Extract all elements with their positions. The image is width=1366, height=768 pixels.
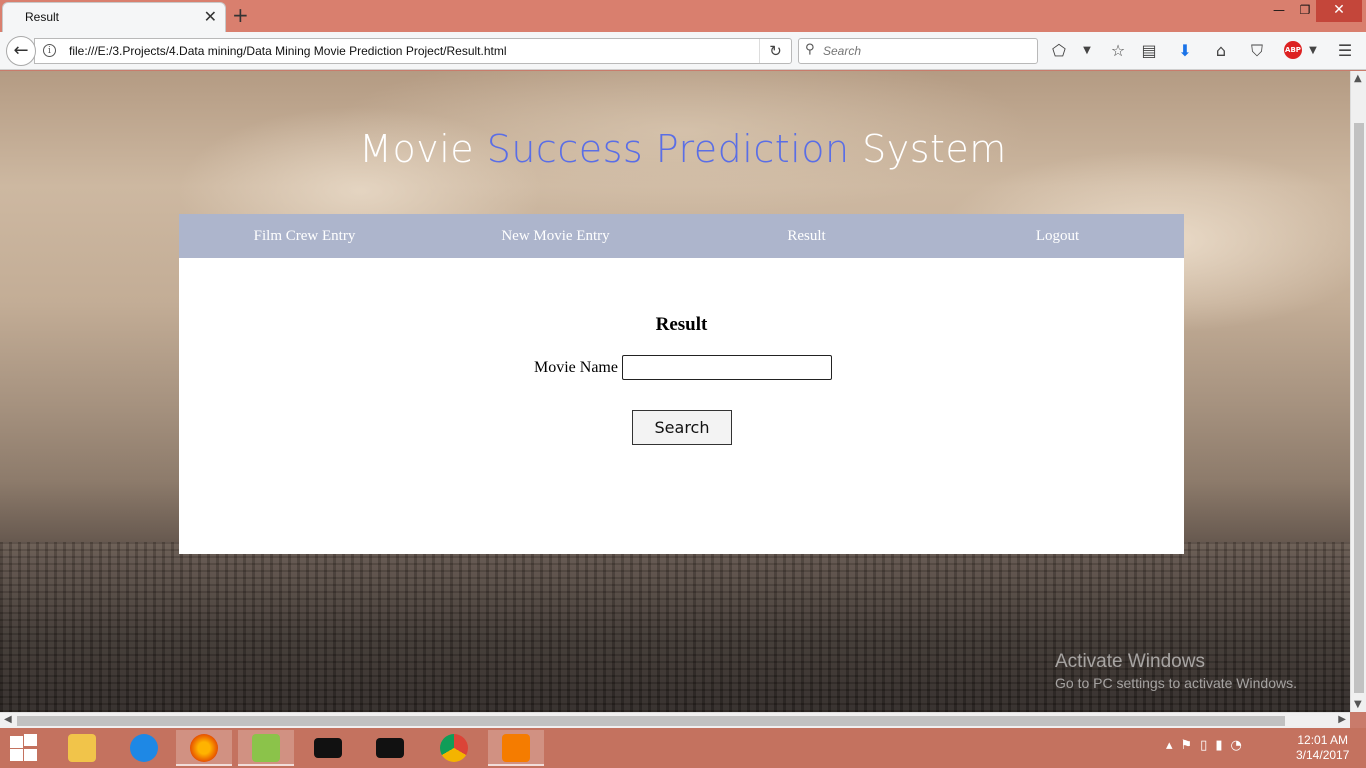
scroll-left-icon[interactable]: ◀ <box>4 714 12 725</box>
horizontal-scrollbar[interactable]: ◀ ▶ <box>0 712 1350 728</box>
nav-logout[interactable]: Logout <box>932 214 1183 258</box>
movie-name-input[interactable] <box>622 355 832 380</box>
vertical-scrollbar[interactable]: ▲ ▼ <box>1350 71 1366 712</box>
watermark-line-2: Go to PC settings to activate Windows. <box>1055 675 1297 691</box>
title-part-1: Movie <box>359 127 487 171</box>
scroll-down-icon[interactable]: ▼ <box>1354 699 1362 710</box>
file-explorer-icon[interactable] <box>54 730 110 766</box>
title-accent: Success Prediction <box>486 127 850 171</box>
browser-search-box[interactable]: ⚲ <box>798 38 1038 64</box>
tab-title: Result <box>25 10 60 24</box>
form-heading: Result <box>655 314 708 335</box>
adblock-menu-chevron-icon[interactable]: ▼ <box>1302 41 1324 63</box>
clock-time: 12:01 AM <box>1297 733 1349 747</box>
page-viewport: Movie Success Prediction System Film Cre… <box>0 71 1350 712</box>
chrome-icon[interactable] <box>426 730 482 766</box>
new-tab-icon[interactable]: + <box>232 4 249 26</box>
reload-icon[interactable]: ↻ <box>759 39 791 63</box>
hamburger-menu-icon[interactable]: ☰ <box>1334 41 1356 63</box>
search-icon: ⚲ <box>805 42 815 57</box>
nav-new-movie-entry[interactable]: New Movie Entry <box>430 214 681 258</box>
search-button[interactable]: Search <box>632 410 732 445</box>
system-tray-icons[interactable]: ▴⚑▯▮◔ <box>1166 738 1250 753</box>
browser-titlebar: Result ✕ + — ❐ ✕ <box>0 0 1366 32</box>
sync-icon[interactable] <box>116 730 172 766</box>
bookmark-star-icon[interactable]: ☆ <box>1107 41 1129 63</box>
clock-date: 3/14/2017 <box>1296 748 1350 762</box>
cmd-icon-2[interactable] <box>362 730 418 766</box>
url-bar[interactable]: i file:///E:/3.Projects/4.Data mining/Da… <box>34 38 792 64</box>
watermark-line-1: Activate Windows <box>1055 651 1205 672</box>
close-tab-icon[interactable]: ✕ <box>204 7 217 27</box>
home-icon[interactable]: ⌂ <box>1210 41 1232 63</box>
vertical-scroll-thumb[interactable] <box>1354 123 1364 693</box>
back-button[interactable]: ← <box>6 36 36 66</box>
scroll-up-icon[interactable]: ▲ <box>1354 73 1362 84</box>
chevron-down-icon[interactable]: ▼ <box>1076 41 1098 63</box>
info-icon[interactable]: i <box>43 44 56 57</box>
horizontal-scroll-thumb[interactable] <box>17 716 1285 726</box>
cmd-icon[interactable] <box>300 730 356 766</box>
browser-search-input[interactable] <box>823 42 1023 60</box>
content-panel: Film Crew Entry New Movie Entry Result L… <box>179 214 1184 554</box>
scroll-right-icon[interactable]: ▶ <box>1338 714 1346 725</box>
presentation-icon[interactable] <box>488 730 544 766</box>
close-window-icon[interactable]: ✕ <box>1316 0 1362 22</box>
windows-taskbar: ▴⚑▯▮◔ 12:01 AM 3/14/2017 <box>0 728 1366 768</box>
site-title: Movie Success Prediction System <box>0 127 1350 171</box>
main-nav: Film Crew Entry New Movie Entry Result L… <box>179 214 1184 258</box>
download-icon[interactable]: ⬇ <box>1174 41 1196 63</box>
reading-list-icon[interactable]: ▤ <box>1138 41 1160 63</box>
nav-result[interactable]: Result <box>681 214 932 258</box>
adblock-icon[interactable]: ABP <box>1284 41 1302 59</box>
nav-film-crew-entry[interactable]: Film Crew Entry <box>179 214 430 258</box>
start-button-icon[interactable] <box>8 734 38 762</box>
pocket-icon[interactable]: ⛉ <box>1246 41 1268 63</box>
browser-toolbar: i file:///E:/3.Projects/4.Data mining/Da… <box>0 32 1366 70</box>
url-text[interactable]: file:///E:/3.Projects/4.Data mining/Data… <box>69 44 507 58</box>
firefox-icon[interactable] <box>176 730 232 766</box>
taskbar-clock[interactable]: 12:01 AM 3/14/2017 <box>1296 733 1349 763</box>
activate-windows-watermark: Activate Windows Go to PC settings to ac… <box>1055 651 1297 691</box>
title-part-2: System <box>849 127 1007 171</box>
browser-tab-result[interactable]: Result ✕ <box>2 2 226 32</box>
movie-name-label: Movie Name <box>534 359 618 376</box>
identity-icon[interactable]: ⬠ <box>1048 41 1070 63</box>
notepad-plus-icon[interactable] <box>238 730 294 766</box>
